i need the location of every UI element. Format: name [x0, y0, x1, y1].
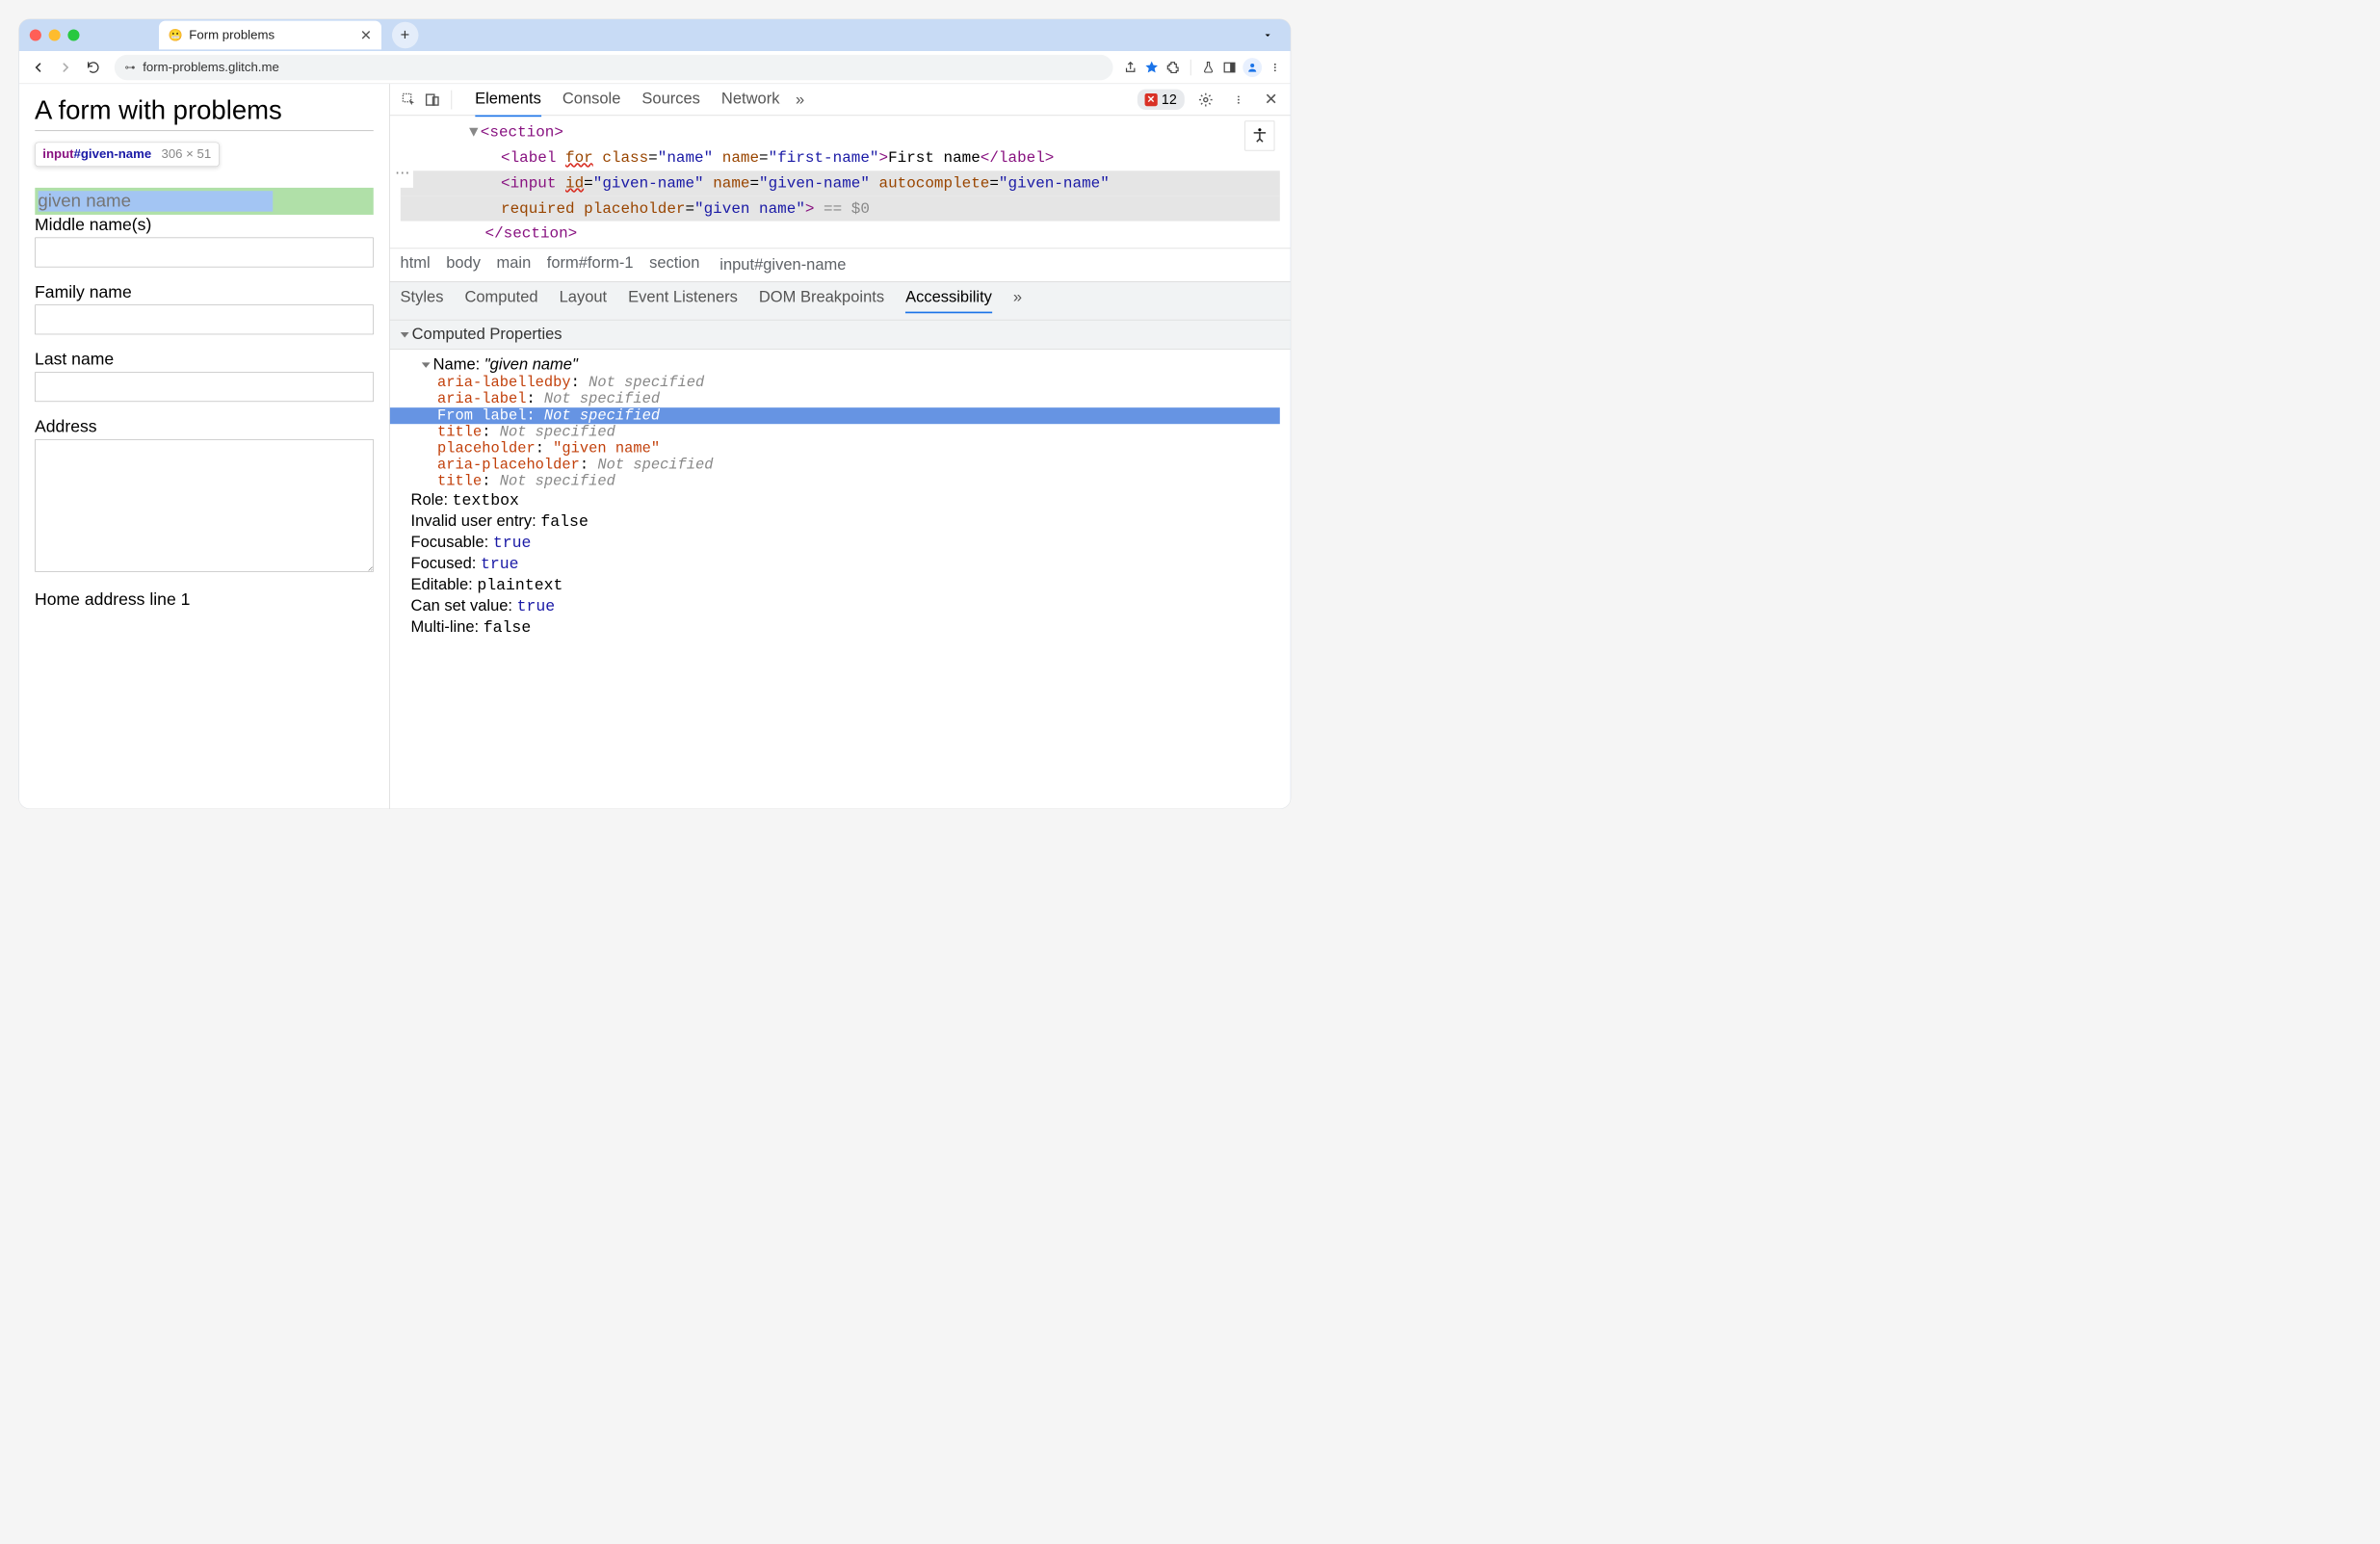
page-title: A form with problems — [35, 94, 373, 131]
subtabs-overflow-icon[interactable]: » — [1013, 288, 1022, 313]
breadcrumb-item[interactable]: section — [649, 254, 699, 276]
profile-avatar[interactable] — [1242, 58, 1262, 77]
a11y-source-row[interactable]: placeholder: "given name" — [411, 440, 1280, 457]
tooltip-tag: input — [42, 147, 73, 162]
side-panel-icon[interactable] — [1221, 60, 1238, 76]
dom-tree[interactable]: ⋯ ▼<section> <label for class="name" nam… — [390, 116, 1291, 249]
menu-icon[interactable] — [1267, 60, 1283, 76]
error-icon: ✕ — [1144, 93, 1157, 106]
labs-icon[interactable] — [1200, 60, 1216, 76]
tab-close-icon[interactable]: ✕ — [360, 27, 372, 43]
rendered-page: A form with problems input#given-name 30… — [19, 84, 390, 808]
devtools-tab-network[interactable]: Network — [721, 82, 780, 117]
subtab-dom-breakpoints[interactable]: DOM Breakpoints — [759, 288, 884, 313]
new-tab-button[interactable]: + — [392, 22, 419, 49]
error-count-badge[interactable]: ✕ 12 — [1138, 90, 1185, 110]
a11y-source-row[interactable]: aria-labelledby: Not specified — [411, 375, 1280, 391]
tabs-overflow-button[interactable] — [1255, 23, 1279, 47]
text-input[interactable] — [35, 372, 373, 402]
tab-title: Form problems — [189, 28, 353, 42]
devtools-tab-console[interactable]: Console — [562, 82, 621, 117]
subtab-layout[interactable]: Layout — [560, 288, 608, 313]
settings-icon[interactable] — [1193, 88, 1216, 111]
maximize-window-icon[interactable] — [67, 29, 79, 40]
browser-tab[interactable]: 😬 Form problems ✕ — [159, 21, 381, 50]
back-button[interactable] — [26, 56, 49, 79]
field-label: Home address line 1 — [35, 589, 373, 609]
error-count: 12 — [1162, 92, 1177, 108]
url-text: form-problems.glitch.me — [143, 60, 279, 74]
inspect-element-icon[interactable] — [397, 88, 420, 111]
devtools-panel: Elements Console Sources Network » ✕ 12 ✕ ⋯… — [390, 84, 1291, 808]
tooltip-id: #given-name — [74, 147, 152, 162]
reload-button[interactable] — [81, 56, 104, 79]
subtab-styles[interactable]: Styles — [401, 288, 444, 313]
close-devtools-icon[interactable]: ✕ — [1260, 88, 1283, 111]
a11y-name-row: Name: "given name" — [411, 354, 1280, 375]
a11y-prop-row: Editable: plaintext — [411, 574, 1280, 595]
devtools-tabs: Elements Console Sources Network — [475, 82, 779, 117]
breadcrumb-item[interactable]: input#given-name — [716, 254, 850, 276]
subtab-accessibility[interactable]: Accessibility — [905, 288, 992, 313]
highlighted-input-wrapper — [35, 188, 373, 215]
bookmark-star-icon[interactable] — [1143, 60, 1160, 76]
dom-ellipsis[interactable]: ⋯ — [392, 161, 413, 188]
inspect-tooltip: input#given-name 306 × 51 — [35, 143, 219, 167]
window-controls — [30, 29, 80, 40]
a11y-source-row[interactable]: aria-label: Not specified — [411, 391, 1280, 407]
tab-favicon: 😬 — [169, 28, 183, 41]
a11y-source-row[interactable]: title: Not specified — [411, 424, 1280, 440]
extensions-icon[interactable] — [1164, 60, 1181, 76]
field-label: Middle name(s) — [35, 215, 373, 234]
accessibility-pane: Computed Properties Name: "given name"ar… — [390, 320, 1291, 809]
given-name-input[interactable] — [38, 191, 273, 211]
devtools-toolbar: Elements Console Sources Network » ✕ 12 ✕ — [390, 84, 1291, 116]
a11y-source-row[interactable]: aria-placeholder: Not specified — [411, 457, 1280, 473]
forward-button[interactable] — [54, 56, 77, 79]
subtab-computed[interactable]: Computed — [464, 288, 537, 313]
content-area: A form with problems input#given-name 30… — [19, 84, 1291, 808]
a11y-prop-row: Focused: true — [411, 553, 1280, 574]
browser-window: 😬 Form problems ✕ + ⊶ form-problems.glit… — [19, 19, 1291, 809]
titlebar: 😬 Form problems ✕ + — [19, 19, 1291, 51]
separator — [1190, 60, 1191, 76]
breadcrumb-item[interactable]: form#form-1 — [547, 254, 634, 276]
accessibility-icon[interactable] — [1244, 121, 1274, 151]
text-input[interactable] — [35, 304, 373, 334]
breadcrumb-item[interactable]: main — [496, 254, 531, 276]
tooltip-dims: 306 × 51 — [161, 147, 211, 162]
devtools-tab-sources[interactable]: Sources — [641, 82, 700, 117]
a11y-prop-row: Can set value: true — [411, 595, 1280, 616]
a11y-prop-row: Invalid user entry: false — [411, 510, 1280, 532]
field-label: Address — [35, 417, 373, 436]
toolbar: ⊶ form-problems.glitch.me — [19, 51, 1291, 84]
a11y-prop-row: Role: textbox — [411, 489, 1280, 510]
dom-breadcrumb[interactable]: html body main form#form-1 section input#give… — [390, 249, 1291, 282]
devtools-tab-elements[interactable]: Elements — [475, 82, 541, 117]
close-window-icon[interactable] — [30, 29, 41, 40]
breadcrumb-item[interactable]: html — [401, 254, 431, 276]
a11y-source-row[interactable]: title: Not specified — [411, 473, 1280, 489]
a11y-prop-row: Multi-line: false — [411, 616, 1280, 638]
address-textarea[interactable] — [35, 439, 373, 572]
more-icon[interactable] — [1227, 88, 1250, 111]
a11y-source-row[interactable]: From label: Not specified — [390, 407, 1280, 424]
site-info-icon[interactable]: ⊶ — [125, 61, 136, 74]
separator — [451, 90, 452, 109]
address-bar[interactable]: ⊶ form-problems.glitch.me — [115, 55, 1113, 80]
field-label: Last name — [35, 350, 373, 369]
share-icon[interactable] — [1122, 60, 1138, 76]
breadcrumb-item[interactable]: body — [446, 254, 481, 276]
device-toolbar-icon[interactable] — [420, 88, 443, 111]
field-label: Family name — [35, 282, 373, 301]
form-fields: First name Middle name(s)Family nameLast… — [35, 142, 373, 609]
text-input[interactable] — [35, 238, 373, 268]
minimize-window-icon[interactable] — [48, 29, 60, 40]
a11y-prop-row: Focusable: true — [411, 532, 1280, 553]
devtools-subtabs: Styles Computed Layout Event Listeners DOM B… — [390, 281, 1291, 320]
subtab-event-listeners[interactable]: Event Listeners — [628, 288, 738, 313]
computed-props-header[interactable]: Computed Properties — [390, 320, 1291, 349]
tabs-overflow-icon[interactable]: » — [796, 91, 804, 109]
